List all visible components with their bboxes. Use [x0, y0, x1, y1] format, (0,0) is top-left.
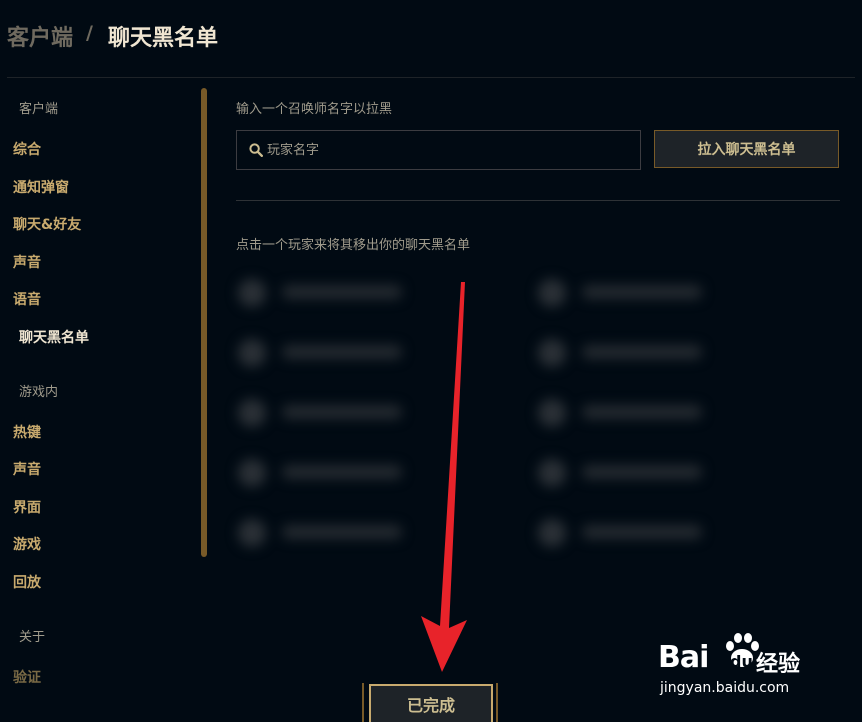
sidebar-item-chat-blacklist[interactable]: 聊天黑名单 — [19, 327, 89, 347]
sidebar-section-about: 关于 — [19, 630, 46, 645]
watermark-product: 经验 — [756, 652, 801, 677]
sidebar-section-in-game: 游戏内 — [19, 385, 59, 400]
baidu-jingyan-watermark: Bai du 经验 jingyan.baidu.com — [630, 628, 830, 708]
blocked-player-entry[interactable] — [230, 331, 420, 375]
summoner-name-input[interactable] — [267, 131, 632, 169]
blacklist-panel: 输入一个召唤师名字以拉黑 拉入聊天黑名单 点击一个玩家来将其移出你的聊天黑名单 — [236, 78, 842, 722]
blocked-player-entry[interactable] — [530, 331, 720, 375]
page-header: 客户端 / 聊天黑名单 — [0, 0, 862, 78]
sidebar-scrollbar[interactable] — [201, 88, 207, 557]
blocked-player-entry[interactable] — [530, 451, 720, 495]
blocked-player-entry[interactable] — [230, 391, 420, 435]
blocked-players-list — [230, 265, 710, 569]
sidebar-item-notifications[interactable]: 通知弹窗 — [13, 177, 69, 197]
blocked-player-entry[interactable] — [230, 511, 420, 555]
watermark-brand-right: du — [730, 652, 753, 671]
blocked-player-entry[interactable] — [530, 391, 720, 435]
breadcrumb-separator: / — [86, 22, 93, 44]
blocked-player-entry[interactable] — [530, 511, 720, 555]
sidebar-item-voice[interactable]: 语音 — [13, 289, 41, 309]
summoner-search-box[interactable] — [236, 130, 641, 170]
section-divider — [236, 200, 840, 201]
sidebar-item-hotkeys[interactable]: 热键 — [13, 422, 41, 442]
page-title: 聊天黑名单 — [108, 26, 219, 51]
blocked-player-entry[interactable] — [230, 451, 420, 495]
add-prompt-label: 输入一个召唤师名字以拉黑 — [236, 102, 393, 117]
sidebar-item-interface[interactable]: 界面 — [13, 497, 41, 517]
sidebar-item-sound[interactable]: 声音 — [13, 252, 41, 272]
blocked-player-entry[interactable] — [230, 271, 420, 315]
sidebar-section-client: 客户端 — [19, 102, 59, 117]
settings-sidebar: 客户端 综合 通知弹窗 聊天&好友 声音 语音 聊天黑名单 游戏内 热键 声音 … — [0, 78, 215, 722]
add-to-blacklist-button[interactable]: 拉入聊天黑名单 — [654, 130, 839, 168]
sidebar-item-general[interactable]: 综合 — [13, 139, 41, 159]
sidebar-item-replays[interactable]: 回放 — [13, 572, 41, 592]
watermark-brand-left: Bai — [658, 640, 709, 675]
remove-hint-label: 点击一个玩家来将其移出你的聊天黑名单 — [236, 238, 471, 253]
search-icon — [249, 143, 263, 157]
sidebar-item-chat-friends[interactable]: 聊天&好友 — [13, 214, 81, 234]
blocked-player-entry[interactable] — [530, 271, 720, 315]
sidebar-item-game[interactable]: 游戏 — [13, 534, 41, 554]
done-button[interactable]: 已完成 — [369, 684, 493, 722]
breadcrumb-root[interactable]: 客户端 — [7, 20, 73, 52]
sidebar-item-game-sound[interactable]: 声音 — [13, 459, 41, 479]
sidebar-item-verify[interactable]: 验证 — [13, 667, 41, 687]
watermark-url: jingyan.baidu.com — [660, 680, 790, 696]
